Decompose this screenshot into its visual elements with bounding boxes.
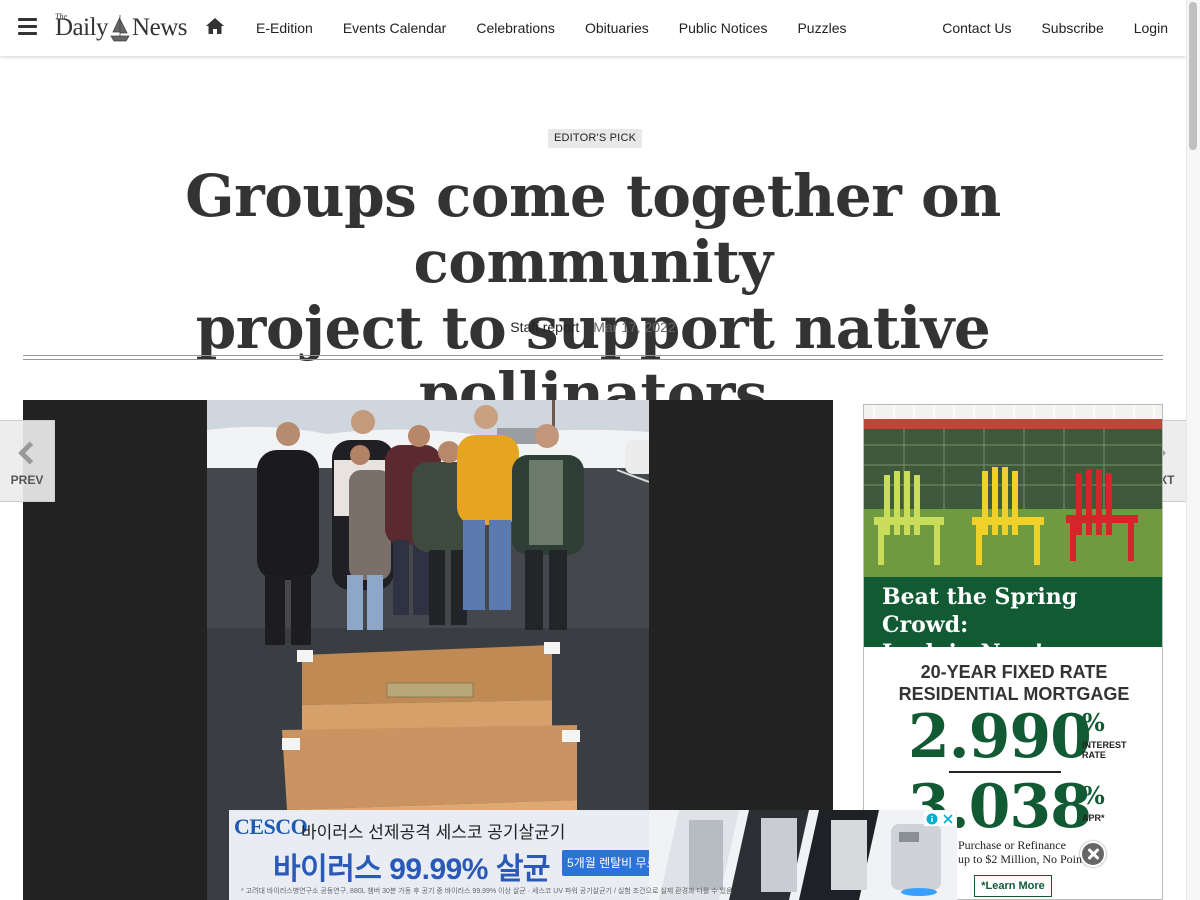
- adchoices-icon[interactable]: [924, 811, 956, 826]
- interest-rate: 2.990: [908, 702, 1092, 772]
- divider: [23, 359, 1163, 360]
- interest-percent: %: [1082, 708, 1105, 737]
- chevron-left-icon: [18, 441, 34, 465]
- byline: Staff report Mar 17, 2022: [0, 319, 1186, 335]
- close-ad-button[interactable]: [1080, 841, 1106, 867]
- nav-e-edition[interactable]: E-Edition: [256, 20, 313, 36]
- banner-line-1: 바이러스 선제공격 세스코 공기살균기: [301, 823, 566, 842]
- subscribe-link[interactable]: Subscribe: [1041, 20, 1103, 36]
- ad-fixed-line-1: 20-YEAR FIXED RATE: [920, 662, 1108, 682]
- apr-percent: %: [1082, 781, 1105, 810]
- primary-nav: E-Edition Events Calendar Celebrations O…: [256, 0, 876, 56]
- editors-pick-badge: EDITOR'S PICK: [548, 129, 643, 148]
- prev-button[interactable]: PREV: [0, 420, 55, 502]
- logo-news: News: [132, 14, 187, 41]
- interest-rate-label: INTEREST RATE: [1082, 740, 1127, 760]
- ad-headline-1: Beat the Spring Crowd:: [882, 584, 1078, 638]
- nav-celebrations[interactable]: Celebrations: [476, 20, 555, 36]
- ship-logo-icon: [110, 15, 130, 42]
- adirondack-chairs-image: [864, 405, 1162, 577]
- account-nav: Contact Us Subscribe Login: [912, 0, 1168, 56]
- banner-line-2: 바이러스 99.99% 살균: [273, 853, 551, 886]
- close-icon[interactable]: [942, 813, 954, 825]
- headline-line-1: Groups come together on community: [185, 162, 1001, 296]
- purchase-line-2: up to $2 Million, No Points!: [958, 852, 1095, 866]
- menu-icon[interactable]: [18, 18, 37, 36]
- banner-fine-print: * 고려대 바이러스병연구소 공동연구, 880L 챔버 30분 가동 후 공기…: [241, 888, 733, 895]
- nav-public-notices[interactable]: Public Notices: [679, 20, 768, 36]
- interest-label-2: RATE: [1082, 750, 1106, 760]
- ad-banner-green: Beat the Spring Crowd: Lock in Now!: [864, 577, 1162, 666]
- info-icon[interactable]: [926, 813, 938, 825]
- learn-more-button[interactable]: *Learn More: [974, 875, 1052, 897]
- scrollbar-thumb[interactable]: [1189, 2, 1197, 150]
- author-link[interactable]: Staff report: [510, 319, 579, 335]
- ad-fixed-line-2: RESIDENTIAL MORTGAGE: [898, 684, 1130, 704]
- apr-label: APR*: [1082, 813, 1105, 823]
- home-icon[interactable]: [205, 17, 225, 35]
- article-headline: Groups come together on community projec…: [20, 163, 1166, 427]
- nav-events-calendar[interactable]: Events Calendar: [343, 20, 447, 36]
- banner-ad[interactable]: CESCO 바이러스 선제공격 세스코 공기살균기 바이러스 99.99% 살균…: [229, 810, 957, 900]
- top-nav: The Daily News E-Edition Events Calendar…: [0, 0, 1186, 56]
- purchase-line-1: Purchase or Refinance: [958, 838, 1066, 852]
- nav-puzzles[interactable]: Puzzles: [797, 20, 846, 36]
- prev-label: PREV: [10, 473, 44, 487]
- nav-obituaries[interactable]: Obituaries: [585, 20, 649, 36]
- logo-the: The: [55, 12, 67, 21]
- login-link[interactable]: Login: [1134, 20, 1168, 36]
- ad-product: 20-YEAR FIXED RATE RESIDENTIAL MORTGAGE: [864, 661, 1162, 705]
- divider: [23, 355, 1163, 356]
- contact-us-link[interactable]: Contact Us: [942, 20, 1011, 36]
- interest-label-1: INTEREST: [1082, 740, 1127, 750]
- publish-date: Mar 17, 2022: [593, 319, 676, 335]
- site-logo[interactable]: The Daily News: [55, 10, 187, 42]
- ad-purchase-text: Purchase or Refinance up to $2 Million, …: [958, 838, 1094, 866]
- banner-brand: CESCO: [234, 814, 308, 839]
